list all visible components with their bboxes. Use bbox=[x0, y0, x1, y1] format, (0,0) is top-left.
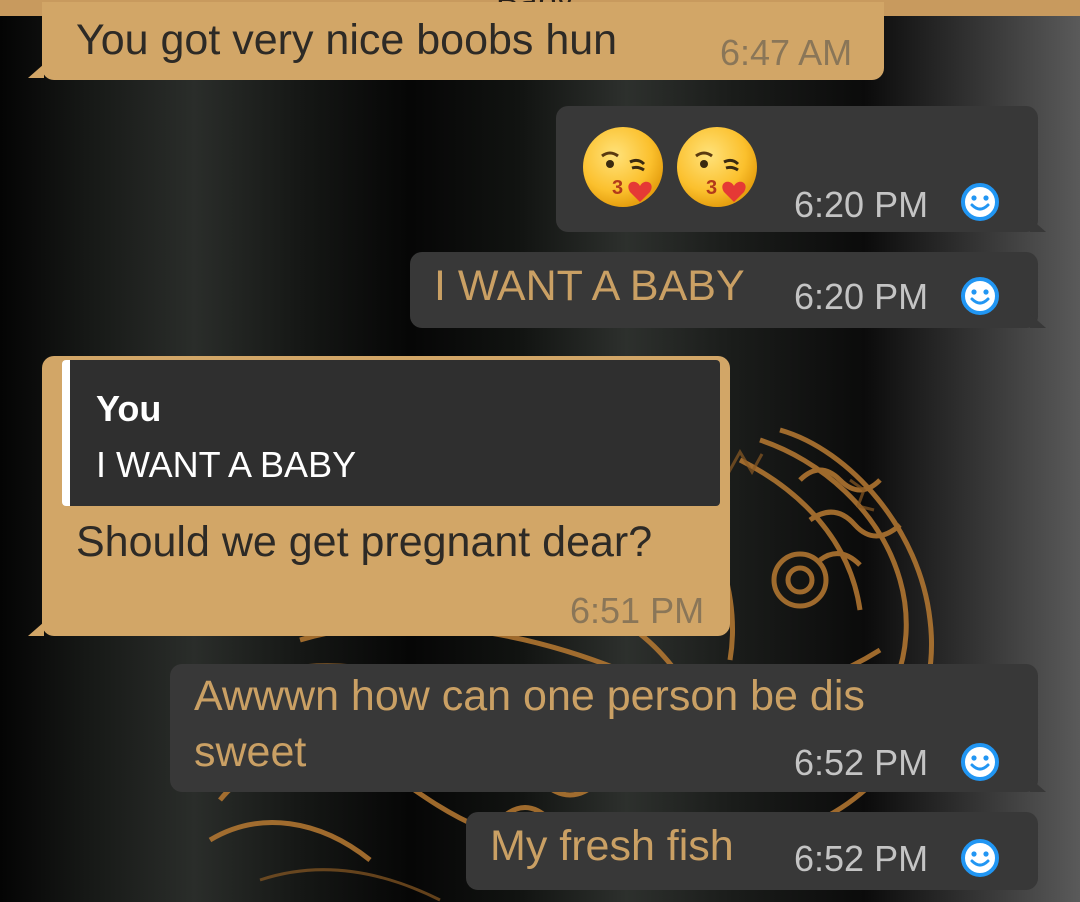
message-time: 6:52 PM bbox=[794, 838, 929, 879]
outgoing-message[interactable]: My fresh fish 6:52 PM bbox=[466, 812, 1038, 890]
bubble-tail bbox=[1030, 314, 1046, 328]
message-time: 6:47 AM bbox=[720, 32, 853, 73]
message-text: Should we get pregnant dear? bbox=[76, 518, 653, 566]
smiley-read-icon bbox=[961, 743, 999, 781]
chat-background: Baby You got very nice boobs hun 6:47 AM… bbox=[0, 0, 1080, 902]
quoted-author: You bbox=[96, 388, 162, 429]
kissing-face-icon: 3 bbox=[583, 127, 663, 207]
message-text-line1: Awwwn how can one person be dis bbox=[194, 672, 865, 720]
message-time: 6:20 PM bbox=[794, 276, 929, 317]
message-time: 6:52 PM bbox=[794, 742, 929, 783]
quoted-text: I WANT A BABY bbox=[96, 444, 357, 485]
message-time: 6:20 PM bbox=[794, 184, 929, 225]
message-text: You got very nice boobs hun bbox=[76, 16, 618, 64]
smiley-read-icon bbox=[961, 839, 999, 877]
incoming-message[interactable]: You I WANT A BABY Should we get pregnant… bbox=[42, 356, 730, 636]
outgoing-message[interactable]: I WANT A BABY 6:20 PM bbox=[410, 252, 1038, 328]
bubble-tail bbox=[1030, 778, 1046, 792]
svg-text:3: 3 bbox=[706, 177, 717, 199]
outgoing-message[interactable]: Awwwn how can one person be dis sweet 6:… bbox=[170, 664, 1038, 792]
smiley-read-icon bbox=[961, 183, 999, 221]
outgoing-message[interactable]: 3 3 6:20 PM bbox=[556, 106, 1038, 232]
bubble-tail bbox=[28, 64, 44, 78]
message-text: I WANT A BABY bbox=[434, 262, 745, 310]
quoted-reply[interactable]: You I WANT A BABY bbox=[62, 360, 720, 506]
incoming-message[interactable]: You got very nice boobs hun 6:47 AM bbox=[42, 2, 884, 80]
bubble-tail bbox=[28, 622, 44, 636]
message-text: My fresh fish bbox=[490, 822, 734, 870]
svg-text:3: 3 bbox=[612, 177, 623, 199]
kissing-face-icon: 3 bbox=[677, 127, 757, 207]
smiley-read-icon bbox=[961, 277, 999, 315]
message-time: 6:51 PM bbox=[570, 590, 705, 631]
bubble-tail bbox=[1030, 218, 1046, 232]
message-text-line2: sweet bbox=[194, 728, 307, 776]
